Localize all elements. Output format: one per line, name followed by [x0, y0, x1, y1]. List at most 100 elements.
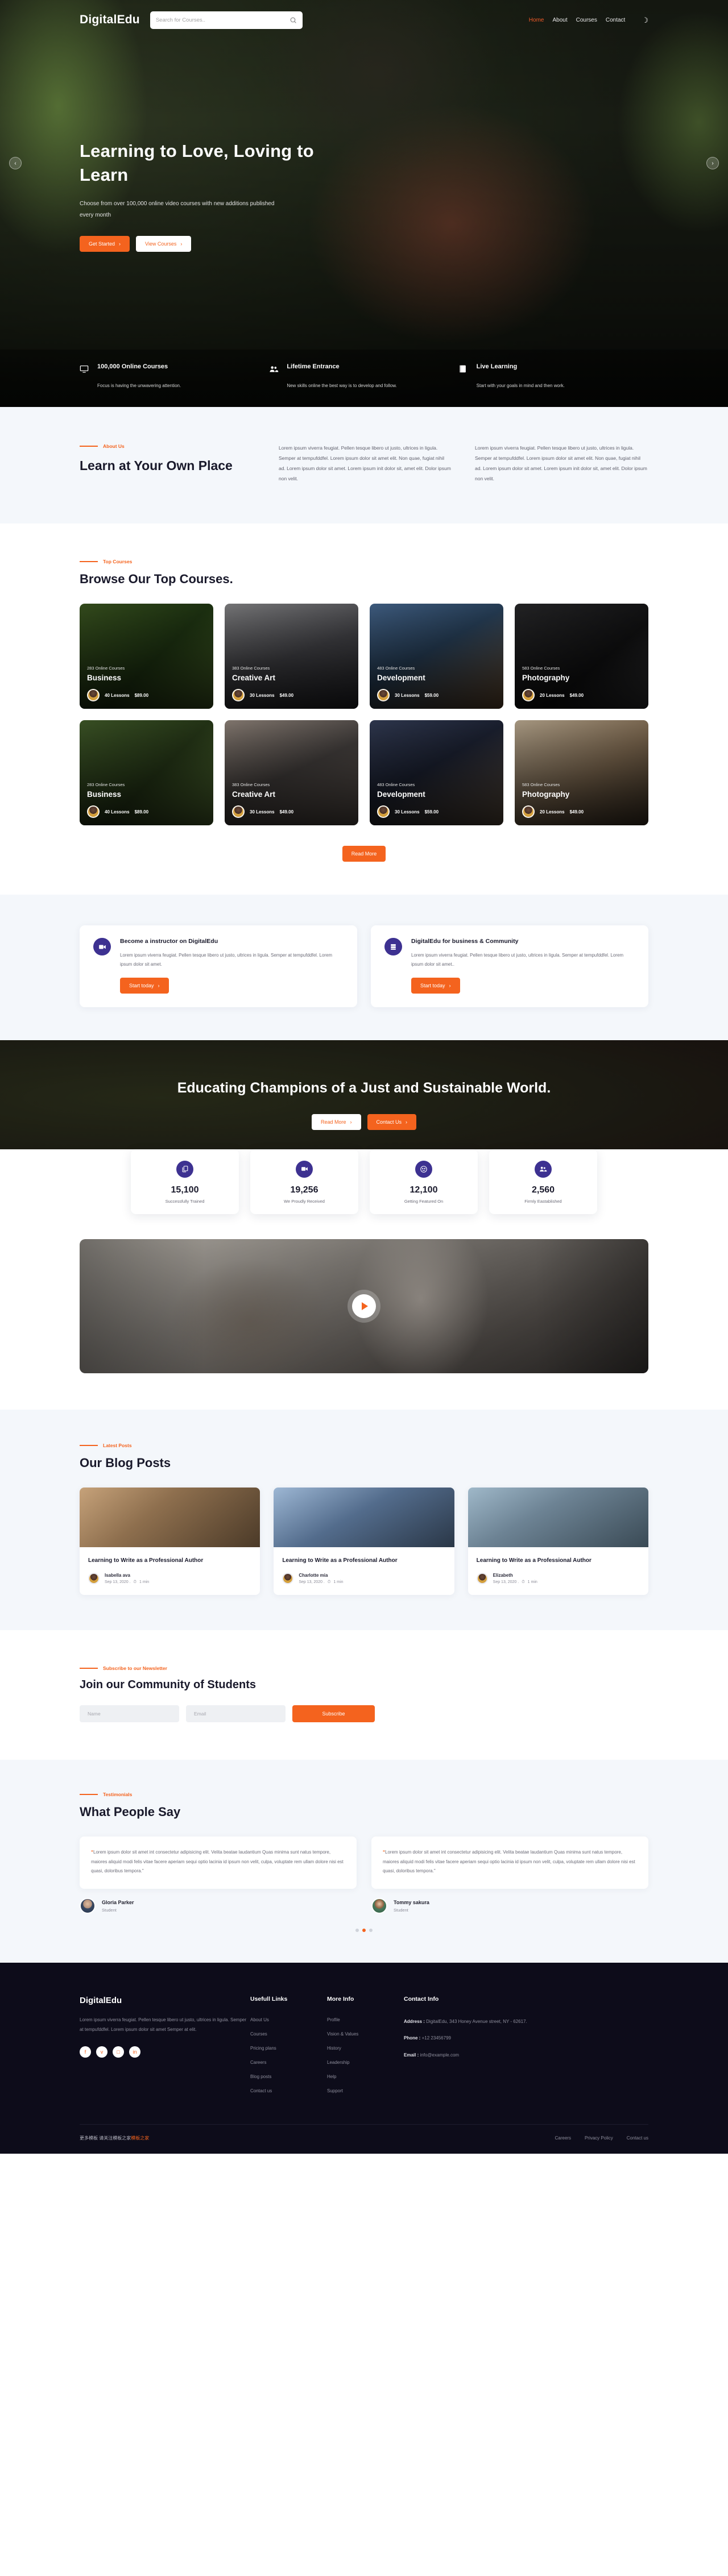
blog-author: Charlotte mia Sep 13, 2020 . ⏱ 1 min	[282, 1573, 445, 1585]
author-avatar	[282, 1573, 294, 1585]
chevron-right-icon: ›	[180, 240, 183, 247]
instructor-avatar	[232, 689, 245, 702]
course-card[interactable]: 283 Online Courses Business 40 Lessons $…	[80, 604, 213, 709]
blog-card[interactable]: Learning to Write as a Professional Auth…	[80, 1487, 260, 1595]
moon-icon[interactable]: ☽	[642, 16, 648, 24]
footer-link-pricing[interactable]: Pricing plans	[250, 2046, 327, 2051]
get-started-button[interactable]: Get Started ›	[80, 235, 130, 252]
carousel-dot-1[interactable]	[355, 1929, 359, 1933]
course-card[interactable]: 283 Online Courses Business 40 Lessons $…	[80, 720, 213, 826]
author-name: Isabella ava	[105, 1572, 130, 1578]
site-logo[interactable]: DigitalEdu	[80, 13, 140, 27]
banner-contact-label: Contact Us	[376, 1119, 402, 1125]
view-courses-button[interactable]: View Courses ›	[136, 235, 192, 252]
blog-card[interactable]: Learning to Write as a Professional Auth…	[274, 1487, 454, 1595]
carousel-next-button[interactable]: ›	[706, 157, 719, 169]
footer-bottom-contact[interactable]: Contact us	[627, 2135, 648, 2141]
stat-label: Firmly Eastablished	[524, 1198, 562, 1204]
carousel-dot-2[interactable]	[362, 1929, 366, 1933]
twitter-icon[interactable]: ᴠ	[96, 2046, 107, 2058]
play-button[interactable]	[352, 1294, 376, 1318]
email-value[interactable]: info@example.com	[420, 2053, 459, 2058]
banner-read-more-label: Read More	[320, 1119, 346, 1125]
carousel-dot-3[interactable]	[369, 1929, 373, 1933]
footer-link-courses[interactable]: Courses	[250, 2031, 327, 2037]
newsletter-name-input[interactable]	[80, 1705, 179, 1722]
video-thumbnail[interactable]	[80, 1239, 648, 1373]
footer-credit-highlight[interactable]: 模板之家	[131, 2135, 149, 2141]
feature-title: Live Learning	[476, 363, 518, 370]
blog-card[interactable]: Learning to Write as a Professional Auth…	[468, 1487, 648, 1595]
facebook-icon[interactable]: f	[80, 2046, 91, 2058]
server-icon	[384, 938, 402, 956]
read-more-courses-button[interactable]: Read More	[342, 846, 386, 862]
course-card[interactable]: 483 Online Courses Development 30 Lesson…	[370, 604, 503, 709]
footer-brand-block: DigitalEdu Lorem ipsum viverra feugiat. …	[80, 1996, 250, 2103]
nav-item-about[interactable]: About	[552, 17, 567, 23]
post-date: Sep 13, 2020 .	[105, 1580, 131, 1585]
testimonial-card: “Lorem ipsum dolor sit amet int consecte…	[80, 1836, 357, 1889]
footer-link-help[interactable]: Help	[327, 2074, 404, 2079]
footer-link-blog[interactable]: Blog posts	[250, 2074, 327, 2079]
banner-read-more-button[interactable]: Read More ›	[311, 1114, 361, 1130]
blog-post-title: Learning to Write as a Professional Auth…	[88, 1557, 204, 1564]
feature-strip: 100,000 Online Courses Focus is having t…	[0, 349, 728, 407]
carousel-prev-button[interactable]: ‹	[9, 157, 22, 169]
newsletter-section: Subscribe to our Newsletter Join our Com…	[0, 1630, 728, 1760]
footer-link-support[interactable]: Support	[327, 2088, 404, 2093]
phone-value[interactable]: +12 23456799	[422, 2035, 451, 2041]
read-more-label: Read More	[351, 851, 377, 857]
stat-number: 15,100	[171, 1185, 199, 1195]
search-box[interactable]	[150, 11, 303, 29]
footer-link-history[interactable]: History	[327, 2046, 404, 2051]
course-name: Development	[377, 674, 425, 683]
newsletter-email-input[interactable]	[186, 1705, 286, 1722]
course-lessons: 30 Lessons	[250, 692, 275, 698]
search-input[interactable]	[155, 16, 289, 23]
footer-about-text: Lorem ipsum viverra feugiat. Pellen tesq…	[80, 2017, 247, 2033]
feature-item-courses: 100,000 Online Courses Focus is having t…	[80, 363, 269, 390]
footer-link-vision[interactable]: Vision & Values	[327, 2031, 404, 2037]
course-card[interactable]: 383 Online Courses Creative Art 30 Lesso…	[225, 720, 358, 826]
instructor-avatar	[232, 805, 245, 818]
footer-contact-info: Contact Info Address : DigitalEdu, 343 H…	[404, 1996, 648, 2103]
footer-link-profile[interactable]: Profile	[327, 2017, 404, 2022]
nav-item-contact[interactable]: Contact	[606, 17, 625, 23]
address-value: DigitalEdu, 343 Honey Avenue street, NY …	[426, 2019, 527, 2025]
chevron-right-icon: ›	[406, 1119, 408, 1125]
testimonials-eyebrow: Testimonials	[80, 1792, 648, 1797]
course-name: Development	[377, 790, 425, 799]
course-count: 483 Online Courses	[377, 666, 415, 671]
course-card[interactable]: 583 Online Courses Photography 20 Lesson…	[515, 604, 648, 709]
users-icon	[535, 1160, 552, 1178]
start-today-label: Start today	[129, 983, 154, 989]
eyebrow-dash-icon	[80, 561, 98, 563]
start-today-button[interactable]: Start today ›	[120, 978, 169, 994]
footer-bottom-privacy[interactable]: Privacy Policy	[585, 2135, 613, 2141]
footer-link-contact[interactable]: Contact us	[250, 2088, 327, 2093]
course-lessons: 40 Lessons	[105, 809, 130, 815]
course-price: $49.00	[569, 692, 584, 698]
read-time: 1 min	[139, 1580, 150, 1585]
video-camera-icon	[296, 1160, 313, 1178]
footer-link-careers[interactable]: Careers	[250, 2060, 327, 2065]
linkedin-icon[interactable]: in	[129, 2046, 140, 2058]
start-today-button[interactable]: Start today ›	[411, 978, 460, 994]
instagram-icon[interactable]: □	[113, 2046, 124, 2058]
footer-link-leadership[interactable]: Leadership	[327, 2060, 404, 2065]
subscribe-button[interactable]: Subscribe	[292, 1705, 375, 1722]
author-avatar	[88, 1573, 100, 1585]
testimonials-eyebrow-label: Testimonials	[103, 1791, 133, 1797]
address-label: Address :	[404, 2019, 425, 2025]
footer-link-about[interactable]: About Us	[250, 2017, 327, 2022]
nav-item-courses[interactable]: Courses	[576, 17, 597, 23]
banner-contact-button[interactable]: Contact Us ›	[367, 1114, 417, 1130]
nav-item-home[interactable]: Home	[529, 17, 544, 23]
site-header: DigitalEdu Home About Courses Contact ☽	[80, 0, 648, 40]
author-name: Elizabeth	[493, 1572, 513, 1578]
footer-bottom-careers[interactable]: Careers	[555, 2135, 571, 2141]
testimonial-block: “Lorem ipsum dolor sit amet int consecte…	[80, 1836, 357, 1914]
course-card[interactable]: 383 Online Courses Creative Art 30 Lesso…	[225, 604, 358, 709]
course-card[interactable]: 583 Online Courses Photography 20 Lesson…	[515, 720, 648, 826]
course-card[interactable]: 483 Online Courses Development 30 Lesson…	[370, 720, 503, 826]
